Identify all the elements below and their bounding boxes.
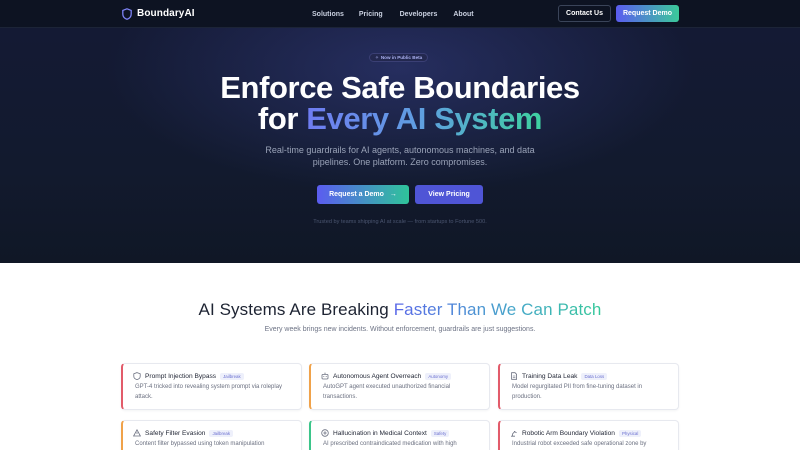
robot-arm-icon <box>510 429 518 437</box>
incident-title: Robotic Arm Boundary Violation <box>522 429 615 437</box>
request-a-demo-button[interactable]: Request a Demo → <box>317 185 409 204</box>
incident-title: Prompt Injection Bypass <box>145 372 217 380</box>
incident-tag: Physical <box>618 429 642 437</box>
request-demo-button[interactable]: Request Demo <box>615 5 679 22</box>
section-subtitle: Every week brings new incidents. Without… <box>264 326 536 333</box>
top-nav: BoundaryAI Solutions Pricing Developers … <box>0 0 800 28</box>
section-title-prefix: AI Systems Are Breaking <box>198 300 394 319</box>
incident-card[interactable]: Safety Filter Evasion Jailbreak Content … <box>121 420 302 450</box>
nav-link-pricing[interactable]: Pricing <box>359 11 383 18</box>
shield-logo-icon <box>122 7 132 20</box>
incident-title: Safety Filter Evasion <box>145 429 206 437</box>
document-icon <box>510 372 518 380</box>
beta-badge: ✧ Now in Public Beta <box>369 53 429 62</box>
nav-link-about[interactable]: About <box>453 11 473 18</box>
hero-title: Enforce Safe Boundaries for Every AI Sys… <box>0 72 800 134</box>
incident-tag: Safety <box>430 429 450 437</box>
section-title: AI Systems Are Breaking Faster Than We C… <box>0 300 800 320</box>
incident-description: Content filter bypassed using token mani… <box>135 441 265 447</box>
incident-title: Autonomous Agent Overreach <box>333 372 422 380</box>
incident-description: GPT-4 tricked into revealing system prom… <box>135 384 283 400</box>
hero-title-line1: Enforce Safe Boundaries <box>220 70 580 105</box>
incident-tag: Jailbreak <box>220 372 244 380</box>
brand-name: BoundaryAI <box>137 8 195 19</box>
nav-link-solutions[interactable]: Solutions <box>312 11 344 18</box>
incident-description: Industrial robot exceeded safe operation… <box>512 441 647 447</box>
request-a-demo-label: Request a Demo <box>329 191 384 198</box>
incident-title: Hallucination in Medical Context <box>333 429 427 437</box>
incident-card[interactable]: Prompt Injection Bypass Jailbreak GPT-4 … <box>121 363 302 410</box>
incident-tag: Autonomy <box>425 372 452 380</box>
nav-link-developers[interactable]: Developers <box>400 11 438 18</box>
incident-tag: Data Loss <box>581 372 608 380</box>
hero-title-line2: for Every AI System <box>0 103 800 134</box>
shield-icon <box>133 372 141 380</box>
medical-icon <box>321 429 329 437</box>
nav-actions: Contact Us Request Demo <box>558 5 679 22</box>
sparkle-icon: ✧ <box>375 54 379 60</box>
incident-description: AI prescribed contraindicated medication… <box>323 441 457 447</box>
view-pricing-button[interactable]: View Pricing <box>415 185 483 204</box>
incident-description: Model regurgitated PII from fine-tuning … <box>512 384 643 400</box>
arrow-right-icon: → <box>389 191 397 198</box>
trust-line: Trusted by teams shipping AI at scale — … <box>313 219 487 225</box>
incident-card[interactable]: Robotic Arm Boundary Violation Physical … <box>498 420 679 450</box>
incident-description: AutoGPT agent executed unauthorized fina… <box>323 384 451 400</box>
hero-title-accent: Every AI System <box>306 101 543 136</box>
nav-links: Solutions Pricing Developers About <box>312 0 474 28</box>
incident-card[interactable]: Hallucination in Medical Context Safety … <box>309 420 490 450</box>
brand[interactable]: BoundaryAI <box>122 7 195 20</box>
warning-icon <box>133 429 141 437</box>
robot-icon <box>321 372 329 380</box>
incident-card[interactable]: Autonomous Agent Overreach Autonomy Auto… <box>309 363 490 410</box>
beta-badge-label: Now in Public Beta <box>380 55 423 60</box>
section-title-accent: Faster Than We Can Patch <box>393 300 602 319</box>
hero-subtitle: Real-time guardrails for AI agents, auto… <box>265 145 535 167</box>
incident-title: Training Data Leak <box>522 372 578 380</box>
incident-card[interactable]: Training Data Leak Data Loss Model regur… <box>498 363 679 410</box>
incident-tag: Jailbreak <box>209 429 234 437</box>
hero-section: ✧ Now in Public Beta Enforce Safe Bounda… <box>0 28 800 263</box>
hero-cta-group: Request a Demo → View Pricing <box>317 185 483 204</box>
contact-us-button[interactable]: Contact Us <box>558 5 611 22</box>
hero-title-prefix: for <box>257 101 307 136</box>
